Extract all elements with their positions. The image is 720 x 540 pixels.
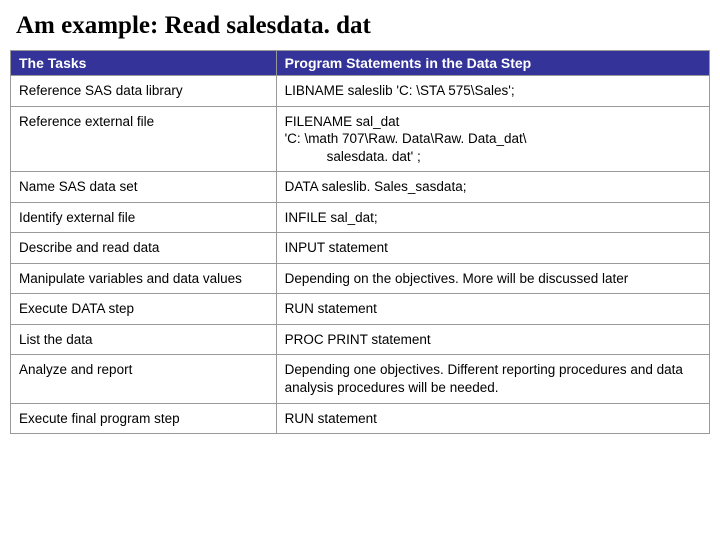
stmt-cell: DATA saleslib. Sales_sasdata; <box>276 172 709 203</box>
stmt-line: salesdata. dat' ; <box>285 148 701 166</box>
table-row: Reference SAS data library LIBNAME sales… <box>11 76 710 107</box>
tasks-table: The Tasks Program Statements in the Data… <box>10 50 710 434</box>
stmt-line: 'C: \math 707\Raw. Data\Raw. Data_dat\ <box>285 131 527 146</box>
table-row: Manipulate variables and data values Dep… <box>11 263 710 294</box>
table-row: Name SAS data set DATA saleslib. Sales_s… <box>11 172 710 203</box>
stmt-line: FILENAME sal_dat <box>285 114 400 129</box>
task-cell: Analyze and report <box>11 355 277 403</box>
table-row: Describe and read data INPUT statement <box>11 233 710 264</box>
table-header-row: The Tasks Program Statements in the Data… <box>11 51 710 76</box>
table-row: Reference external file FILENAME sal_dat… <box>11 106 710 172</box>
task-cell: Describe and read data <box>11 233 277 264</box>
task-cell: Execute final program step <box>11 403 277 434</box>
table-row: List the data PROC PRINT statement <box>11 324 710 355</box>
stmt-cell: Depending on the objectives. More will b… <box>276 263 709 294</box>
table-row: Execute final program step RUN statement <box>11 403 710 434</box>
table-row: Identify external file INFILE sal_dat; <box>11 202 710 233</box>
table-row: Analyze and report Depending one objecti… <box>11 355 710 403</box>
header-tasks: The Tasks <box>11 51 277 76</box>
task-cell: Name SAS data set <box>11 172 277 203</box>
stmt-cell: LIBNAME saleslib 'C: \STA 575\Sales'; <box>276 76 709 107</box>
table-row: Execute DATA step RUN statement <box>11 294 710 325</box>
task-cell: Reference external file <box>11 106 277 172</box>
stmt-cell: Depending one objectives. Different repo… <box>276 355 709 403</box>
task-cell: Execute DATA step <box>11 294 277 325</box>
task-cell: List the data <box>11 324 277 355</box>
page-title: Am example: Read salesdata. dat <box>0 0 720 50</box>
stmt-cell: INPUT statement <box>276 233 709 264</box>
task-cell: Manipulate variables and data values <box>11 263 277 294</box>
header-statements: Program Statements in the Data Step <box>276 51 709 76</box>
stmt-cell: INFILE sal_dat; <box>276 202 709 233</box>
stmt-cell: FILENAME sal_dat 'C: \math 707\Raw. Data… <box>276 106 709 172</box>
task-cell: Reference SAS data library <box>11 76 277 107</box>
stmt-cell: RUN statement <box>276 403 709 434</box>
stmt-cell: RUN statement <box>276 294 709 325</box>
stmt-cell: PROC PRINT statement <box>276 324 709 355</box>
task-cell: Identify external file <box>11 202 277 233</box>
